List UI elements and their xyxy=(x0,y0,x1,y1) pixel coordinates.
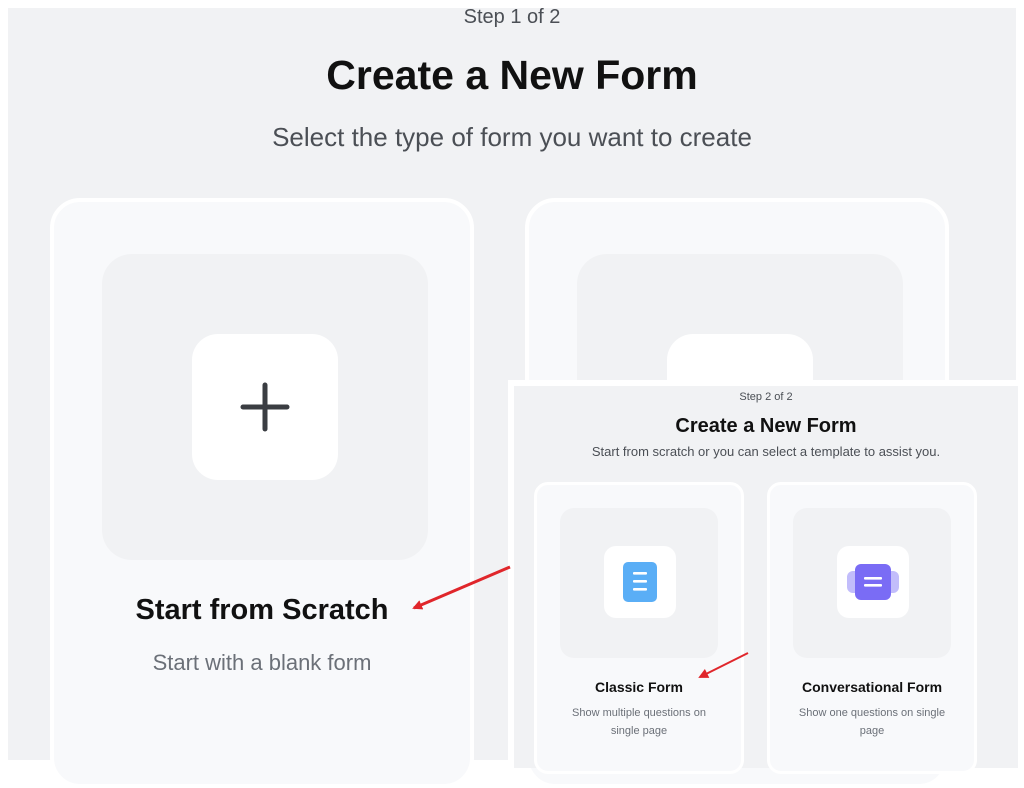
card-icon-area xyxy=(102,254,428,560)
card-icon-area xyxy=(560,508,718,658)
page-subtitle: Select the type of form you want to crea… xyxy=(272,122,752,152)
step-indicator: Step 1 of 2 xyxy=(463,6,561,28)
page-title: Create a New Form xyxy=(326,52,698,98)
card-description: Start with a blank form xyxy=(152,650,372,675)
overlay-subtitle: Start from scratch or you can select a t… xyxy=(591,444,941,459)
step-two-panel: Step 2 of 2 Create a New Form Start from… xyxy=(514,386,1018,774)
card-title: Conversational Form xyxy=(801,679,943,695)
plus-icon xyxy=(192,334,338,480)
overlay-title: Create a New Form xyxy=(675,415,857,437)
step-indicator: Step 2 of 2 xyxy=(739,391,793,403)
card-title: Start from Scratch xyxy=(135,594,389,626)
step-two-screenshot: Step 2 of 2 Create a New Form Start from… xyxy=(508,380,1024,774)
classic-form-card[interactable]: Classic Form Show multiple questions on … xyxy=(534,482,744,774)
card-description: Show multiple questions on single page xyxy=(572,707,706,737)
start-from-scratch-card[interactable]: Start from Scratch Start with a blank fo… xyxy=(50,198,474,788)
document-list-icon xyxy=(604,546,676,618)
chat-card-icon xyxy=(837,546,909,618)
conversational-form-card[interactable]: Conversational Form Show one questions o… xyxy=(767,482,977,774)
card-description: Show one questions on single page xyxy=(798,707,946,737)
card-icon-area xyxy=(793,508,951,658)
card-title: Classic Form xyxy=(595,679,683,695)
